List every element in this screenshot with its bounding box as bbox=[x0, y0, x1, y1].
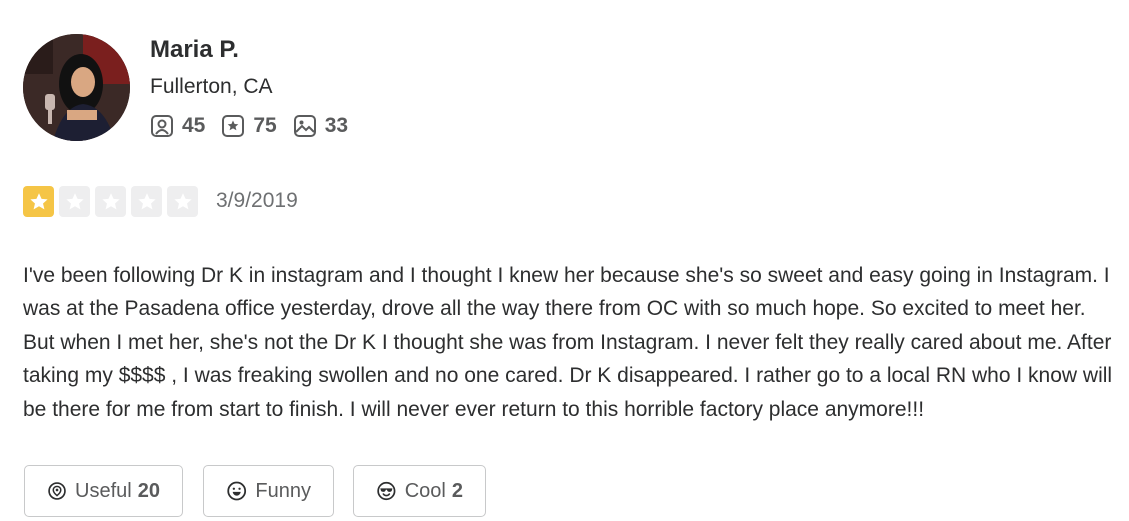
useful-label: Useful bbox=[75, 479, 132, 502]
star-rating bbox=[23, 186, 203, 217]
cool-count: 2 bbox=[451, 479, 463, 502]
photos-stat: 33 bbox=[293, 114, 348, 138]
star-icon bbox=[173, 192, 192, 209]
useful-icon bbox=[48, 482, 66, 500]
star-icon bbox=[101, 192, 120, 209]
star-5 bbox=[167, 186, 198, 217]
useful-button[interactable]: Useful 20 bbox=[24, 465, 183, 517]
star-1 bbox=[23, 186, 54, 217]
star-4 bbox=[131, 186, 162, 217]
funny-icon bbox=[227, 481, 247, 501]
photos-count: 33 bbox=[324, 114, 349, 137]
star-3 bbox=[95, 186, 126, 217]
cool-button[interactable]: Cool 2 bbox=[353, 465, 486, 517]
avatar[interactable] bbox=[23, 34, 130, 141]
star-icon bbox=[65, 192, 84, 209]
star-icon bbox=[137, 192, 156, 209]
photo-icon bbox=[293, 115, 316, 137]
user-location: Fullerton, CA bbox=[150, 75, 273, 98]
friends-stat: 45 bbox=[150, 114, 205, 138]
user-name[interactable]: Maria P. bbox=[150, 36, 239, 64]
cool-icon bbox=[377, 481, 396, 501]
review-star-icon bbox=[222, 115, 245, 137]
reviews-stat: 75 bbox=[221, 114, 277, 138]
funny-button[interactable]: Funny bbox=[203, 465, 334, 517]
funny-label: Funny bbox=[255, 479, 311, 502]
friends-count: 45 bbox=[182, 114, 206, 137]
star-icon bbox=[29, 192, 48, 209]
review-date: 3/9/2019 bbox=[216, 189, 298, 212]
user-stats: 45 75 33 bbox=[150, 114, 364, 138]
review-text: I've been following Dr K in instagram an… bbox=[23, 264, 1113, 421]
reviews-count: 75 bbox=[253, 114, 277, 137]
avatar-photo bbox=[23, 34, 130, 141]
star-2 bbox=[59, 186, 90, 217]
cool-label: Cool bbox=[404, 479, 446, 502]
useful-count: 20 bbox=[137, 479, 160, 502]
friends-icon bbox=[151, 115, 173, 137]
